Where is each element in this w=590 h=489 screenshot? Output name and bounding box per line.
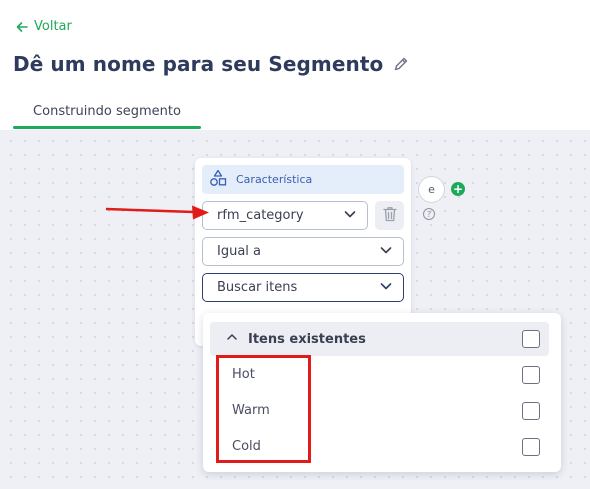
group-label: Itens existentes bbox=[248, 331, 366, 347]
operator-value: Igual a bbox=[217, 244, 262, 259]
page-title: Dê um nome para seu Segmento bbox=[13, 52, 384, 76]
tab-label: Construindo segmento bbox=[33, 104, 181, 119]
option-warm-checkbox[interactable] bbox=[522, 402, 540, 420]
chevron-down-icon bbox=[379, 279, 393, 297]
option-hot-checkbox[interactable] bbox=[522, 366, 540, 384]
arrow-left-icon bbox=[16, 21, 28, 33]
delete-condition-button[interactable] bbox=[375, 201, 404, 230]
chevron-up-icon bbox=[226, 331, 238, 347]
pencil-icon[interactable] bbox=[393, 56, 409, 72]
annotation-highlight-box bbox=[216, 355, 311, 463]
title-row: Dê um nome para seu Segmento bbox=[13, 52, 409, 76]
attribute-value: rfm_category bbox=[217, 208, 304, 223]
trash-icon bbox=[382, 205, 398, 227]
option-cold-checkbox[interactable] bbox=[522, 438, 540, 456]
chevron-down-icon bbox=[343, 207, 357, 225]
tab-construindo-segmento[interactable]: Construindo segmento bbox=[13, 96, 201, 130]
chevron-down-icon bbox=[379, 243, 393, 261]
add-condition-button[interactable]: + bbox=[451, 182, 465, 196]
attribute-select[interactable]: rfm_category bbox=[202, 201, 368, 230]
value-search-select[interactable]: Buscar itens bbox=[202, 273, 404, 302]
back-link[interactable]: Voltar bbox=[16, 19, 72, 34]
shapes-icon bbox=[208, 168, 228, 191]
select-all-checkbox[interactable] bbox=[522, 330, 540, 348]
connector-and-button[interactable]: e bbox=[418, 176, 445, 203]
connector-label: e bbox=[428, 183, 435, 196]
plus-icon: + bbox=[452, 182, 464, 196]
operator-select[interactable]: Igual a bbox=[202, 237, 404, 266]
characteristic-label: Característica bbox=[236, 173, 313, 186]
existing-items-group[interactable]: Itens existentes bbox=[210, 322, 549, 356]
value-placeholder: Buscar itens bbox=[217, 280, 298, 295]
help-icon[interactable]: ? bbox=[423, 208, 435, 220]
back-label: Voltar bbox=[34, 19, 72, 34]
tab-active-indicator bbox=[13, 126, 201, 129]
characteristic-header: Característica bbox=[202, 165, 404, 194]
